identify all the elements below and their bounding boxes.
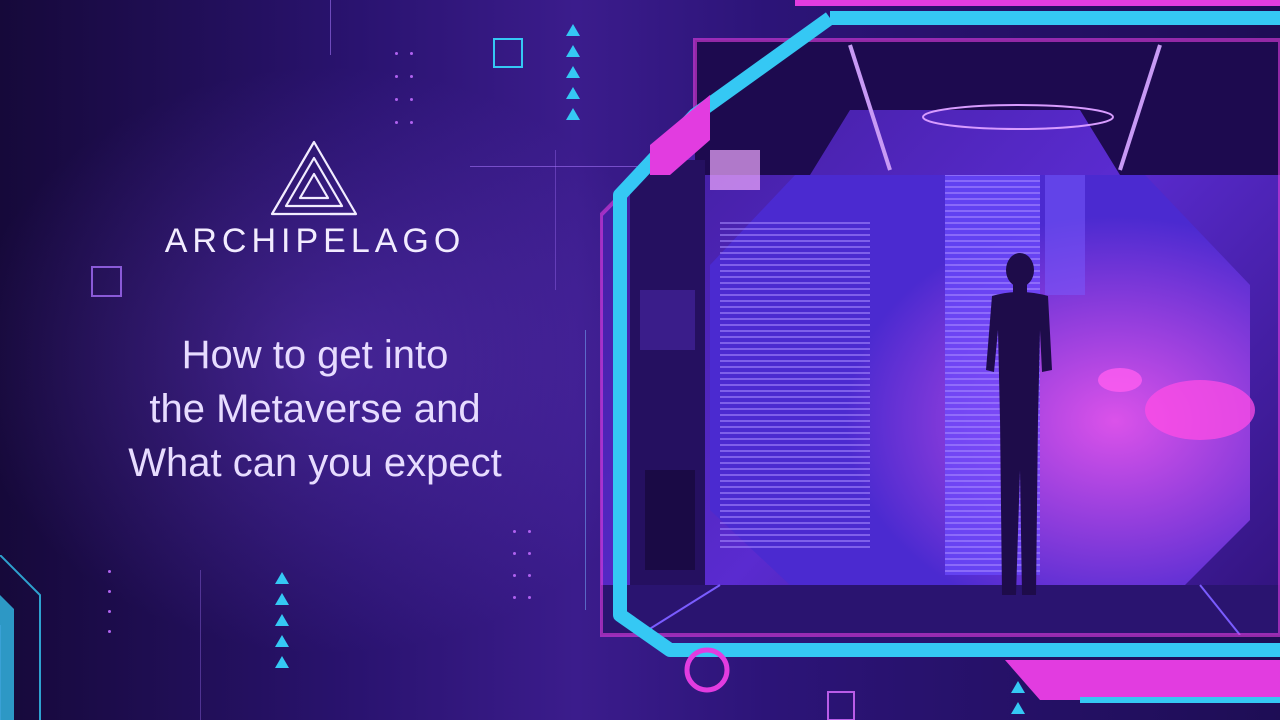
decor-line (585, 330, 586, 610)
headline-line-3: What can you expect (128, 441, 502, 485)
decor-line (200, 570, 201, 720)
headline-line-1: How to get into (181, 333, 449, 377)
decor-line (330, 0, 331, 55)
decor-line (555, 150, 556, 290)
square-outline (91, 266, 122, 297)
left-edge-shape (0, 555, 41, 720)
brand-name: ARCHIPELAGO (164, 222, 466, 260)
impossible-triangle-icon (270, 140, 358, 216)
square-outline (493, 38, 523, 68)
headline: How to get into the Metaverse and What c… (60, 328, 570, 490)
spaceship-window-illustration (600, 0, 1280, 720)
scene-frame (600, 0, 1280, 720)
brand-logo: ARCHIPELAGO (150, 138, 480, 268)
headline-line-2: the Metaverse and (149, 387, 481, 431)
